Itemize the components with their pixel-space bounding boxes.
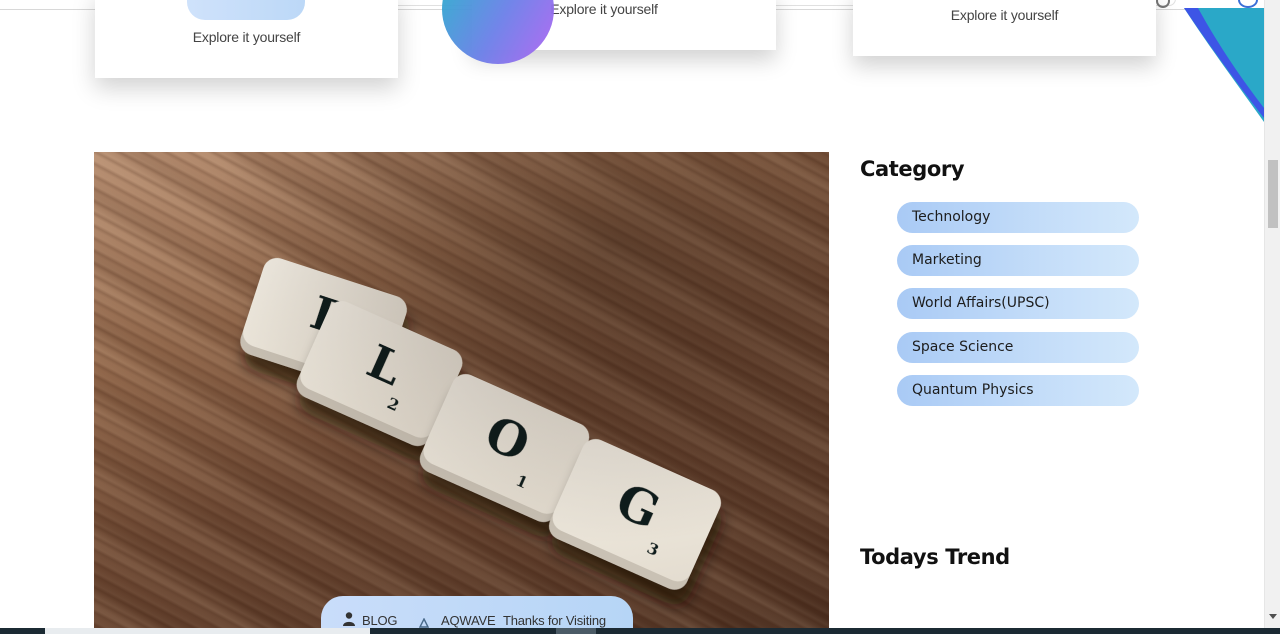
os-taskbar — [0, 628, 1280, 634]
feature-card-1-caption: Explore it yourself — [192, 29, 301, 45]
category-item-world-affairs[interactable]: World Affairs(UPSC) — [897, 288, 1139, 320]
blog-tiles-illustration: B 3 L 2 O 1 G 3 — [240, 257, 721, 590]
tile-o-letter: O — [477, 405, 538, 473]
feature-card-1[interactable]: Explore it yourself — [95, 0, 398, 78]
post-author-link[interactable]: AQWAVE — [441, 613, 496, 628]
category-item-quantum-physics[interactable]: Quantum Physics — [897, 374, 1139, 406]
post-meta-note: Thanks for Visiting — [503, 613, 606, 628]
tile-o: O 1 — [419, 374, 590, 523]
page-scrollbar[interactable] — [1264, 0, 1280, 628]
feature-card-1-button[interactable] — [187, 0, 305, 20]
feature-card-3[interactable]: Explore it yourself — [853, 0, 1156, 56]
author-icon — [419, 618, 429, 628]
todays-trend-heading: Todays Trend — [860, 545, 1010, 569]
scrollbar-thumb[interactable] — [1268, 160, 1278, 228]
feature-card-3-caption: Explore it yourself — [950, 7, 1059, 23]
category-heading: Category — [860, 157, 965, 181]
tile-g: G 3 — [548, 439, 721, 590]
category-item-space-science[interactable]: Space Science — [897, 331, 1139, 363]
taskbar-active-window[interactable] — [45, 628, 370, 634]
tile-l-letter: L — [359, 334, 411, 396]
page: Explore it yourself Explore it yourself … — [0, 0, 1280, 634]
tile-l-score: 2 — [384, 393, 402, 415]
browser-action-icon[interactable] — [1238, 0, 1258, 8]
extension-icon[interactable] — [1156, 0, 1170, 8]
category-item-technology[interactable]: Technology — [897, 202, 1139, 233]
tile-l: L 2 — [296, 301, 463, 447]
tile-b: B 3 — [240, 257, 407, 394]
tile-g-score: 3 — [644, 538, 662, 560]
blog-hero-image[interactable]: B 3 L 2 O 1 G 3 — [94, 152, 829, 628]
category-item-marketing[interactable]: Marketing — [897, 245, 1139, 277]
tile-o-score: 1 — [513, 471, 531, 493]
category-list: Technology Marketing World Affairs(UPSC)… — [897, 202, 1139, 418]
user-icon — [343, 612, 355, 626]
tile-b-letter: B — [304, 285, 358, 348]
gradient-circle-decoration — [442, 0, 554, 64]
scroll-down-arrow-icon[interactable] — [1269, 614, 1277, 619]
tile-b-score: 3 — [334, 344, 350, 366]
taskbar-item[interactable] — [556, 628, 596, 634]
post-category-link[interactable]: BLOG — [362, 613, 398, 628]
swoosh-decoration — [1184, 8, 1264, 122]
tile-g-letter: G — [608, 473, 668, 541]
